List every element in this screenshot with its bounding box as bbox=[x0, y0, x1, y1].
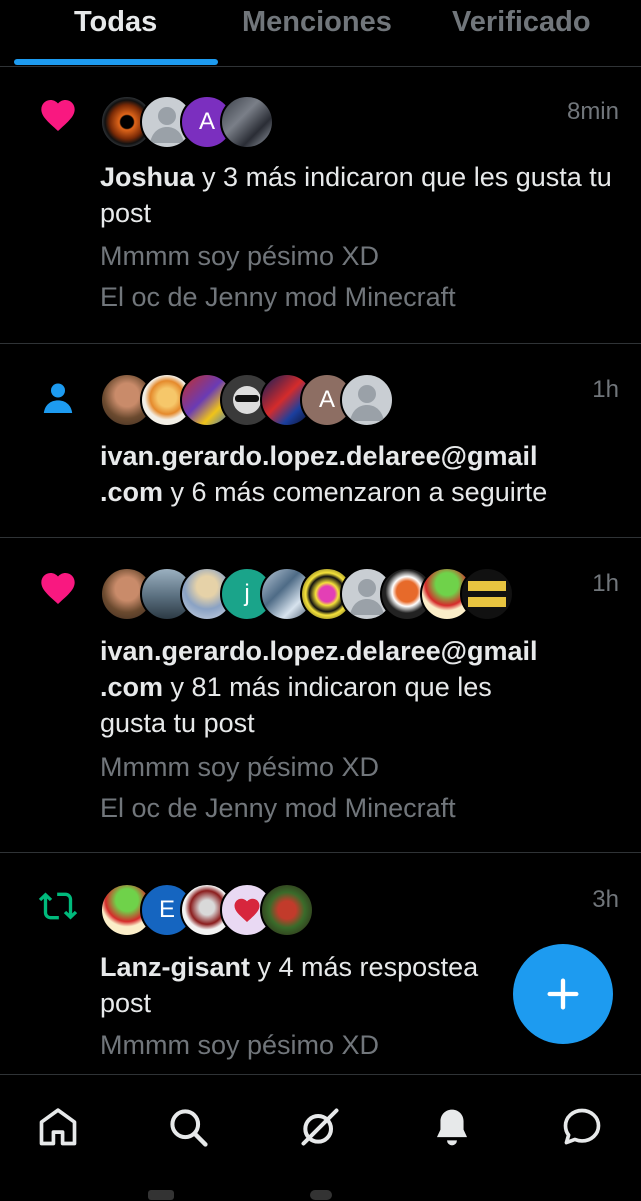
post-preview-line: El oc de Jenny mod Minecraft bbox=[100, 793, 456, 823]
notification-text: ivan.gerardo.lopez.delaree@gmail .com y … bbox=[100, 633, 620, 741]
timestamp: 8min bbox=[566, 98, 619, 125]
avatar[interactable] bbox=[460, 567, 514, 621]
system-nav-hint bbox=[148, 1190, 174, 1200]
avatar[interactable] bbox=[220, 95, 274, 149]
heart-icon bbox=[38, 568, 78, 608]
compose-button[interactable] bbox=[513, 944, 613, 1044]
action-text-continued: gusta tu post bbox=[100, 708, 255, 738]
actor-name-continued[interactable]: .com bbox=[100, 477, 163, 507]
action-text: y 81 más indicaron que les bbox=[170, 672, 492, 702]
repost-icon bbox=[38, 886, 78, 926]
notifications-tabs: Todas Menciones Verificado bbox=[0, 0, 641, 67]
bottom-navigation bbox=[0, 1074, 641, 1201]
tab-verificado[interactable]: Verificado bbox=[452, 6, 591, 39]
post-preview-line: Mmmm soy pésimo XD bbox=[100, 241, 380, 271]
notification-item[interactable]: A 8min Joshua y 3 más indicaron que les … bbox=[0, 67, 641, 344]
notification-text: Joshua y 3 más indicaron que les gusta t… bbox=[100, 159, 620, 231]
timestamp: 1h bbox=[592, 570, 619, 597]
actor-name[interactable]: Joshua bbox=[100, 162, 195, 192]
tab-todas[interactable]: Todas bbox=[74, 6, 157, 39]
notification-text: ivan.gerardo.lopez.delaree@gmail .com y … bbox=[100, 438, 620, 510]
actor-name[interactable]: ivan.gerardo.lopez.delaree@gmail bbox=[100, 441, 537, 471]
timestamp: 3h bbox=[592, 886, 619, 913]
actor-name[interactable]: Lanz-gisant bbox=[100, 952, 250, 982]
active-tab-indicator bbox=[14, 59, 218, 65]
search-icon[interactable] bbox=[166, 1105, 210, 1149]
timestamp: 1h bbox=[592, 376, 619, 403]
tab-menciones[interactable]: Menciones bbox=[242, 6, 392, 39]
notifications-icon[interactable] bbox=[430, 1105, 474, 1149]
avatar[interactable] bbox=[340, 373, 394, 427]
avatar[interactable] bbox=[260, 883, 314, 937]
grok-icon[interactable] bbox=[298, 1105, 342, 1149]
plus-icon bbox=[547, 978, 579, 1010]
notification-item[interactable]: j 1h ivan.gerardo.lopez.delaree@gmail .c… bbox=[0, 538, 641, 853]
actor-name[interactable]: ivan.gerardo.lopez.delaree@gmail bbox=[100, 636, 537, 666]
home-icon[interactable] bbox=[36, 1105, 80, 1149]
post-preview-line: El oc de Jenny mod Minecraft bbox=[100, 282, 456, 312]
notification-item[interactable]: A 1h ivan.gerardo.lopez.delaree@gmail .c… bbox=[0, 344, 641, 538]
system-nav-hint bbox=[310, 1190, 332, 1200]
post-preview-line: Mmmm soy pésimo XD bbox=[100, 1030, 380, 1060]
heart-icon bbox=[38, 95, 78, 135]
action-text: y 6 más comenzaron a seguirte bbox=[170, 477, 548, 507]
messages-icon[interactable] bbox=[560, 1105, 604, 1149]
post-preview-line: Mmmm soy pésimo XD bbox=[100, 752, 380, 782]
person-icon bbox=[38, 378, 78, 418]
actor-name-continued[interactable]: .com bbox=[100, 672, 163, 702]
action-text: y 4 más resposteа bbox=[257, 952, 479, 982]
